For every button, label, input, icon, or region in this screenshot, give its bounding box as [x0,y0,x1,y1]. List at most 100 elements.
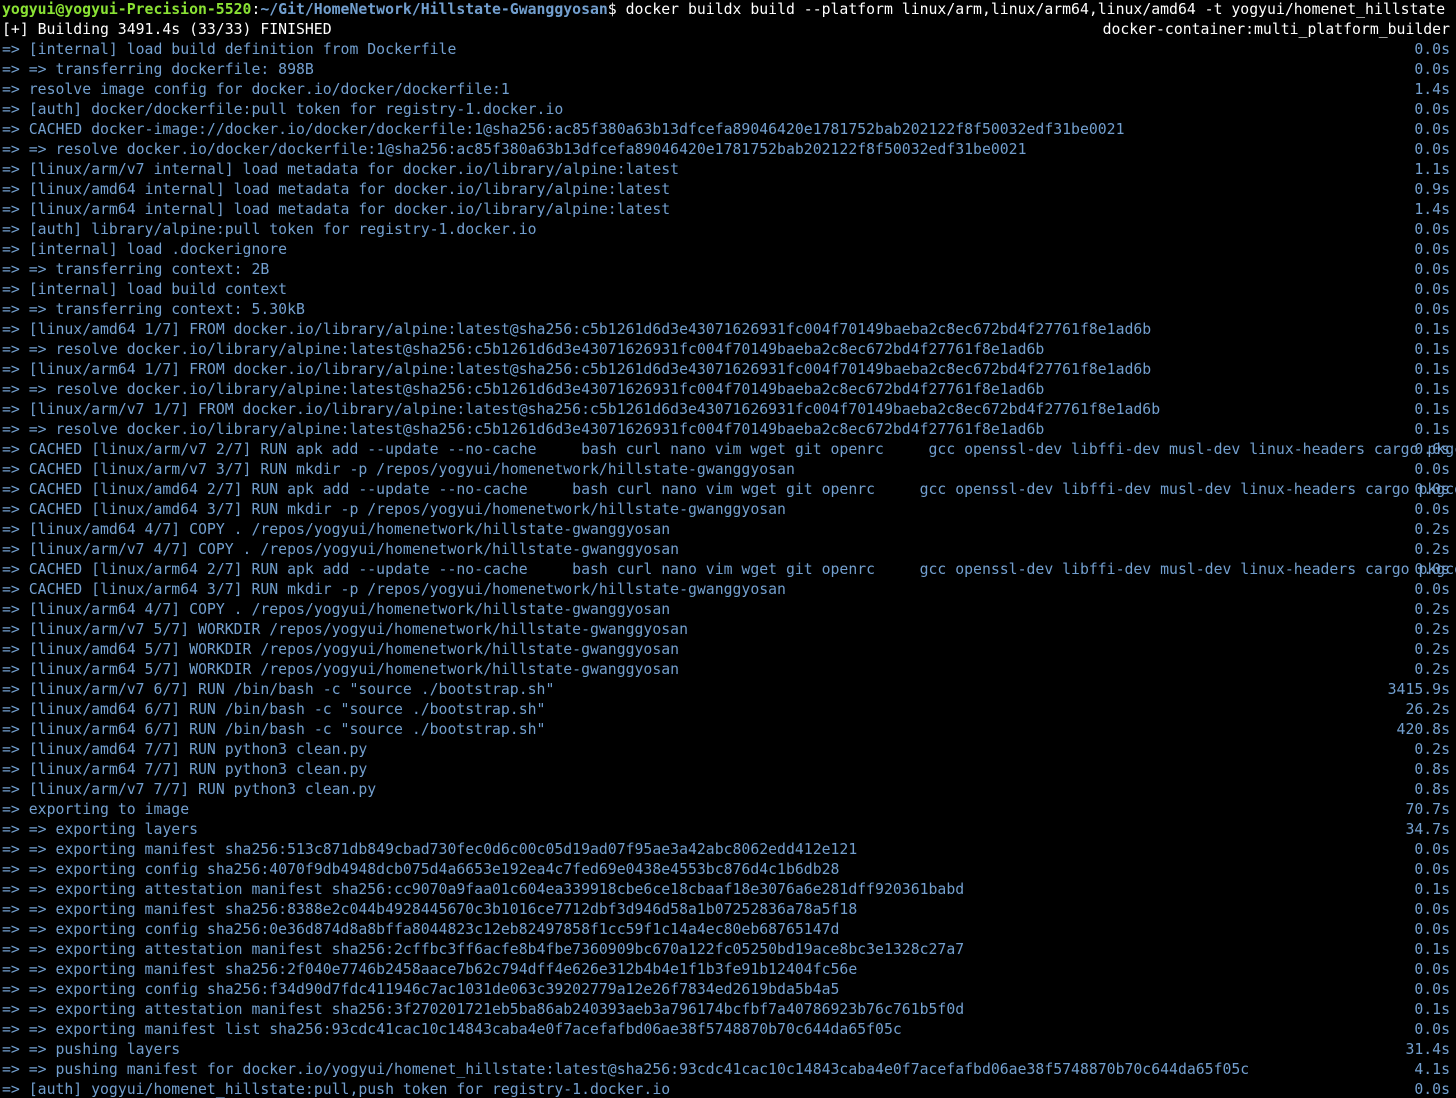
step-text: CACHED docker-image://docker.io/docker/d… [28,121,1125,138]
build-step-line: => => exporting layers 34.7s [0,820,1456,840]
step-text: [linux/arm64 7/7] RUN python3 clean.py [28,761,368,778]
step-duration: 0.0s [1414,841,1450,858]
step-arrow: => [2,561,20,578]
step-duration: 34.7s [1405,821,1450,838]
build-step-line: => => transferring context: 2B 0.0s [0,260,1456,280]
build-step-line: => [internal] load build context 0.0s [0,280,1456,300]
step-duration: 0.0s [1414,461,1450,478]
step-text: CACHED [linux/arm64 2/7] RUN apk add --u… [28,561,1456,578]
step-arrow: => [2,421,20,438]
step-text: [internal] load build context [28,281,288,298]
step-text: => resolve docker.io/library/alpine:late… [28,381,1045,398]
step-duration: 0.2s [1414,541,1450,558]
step-arrow: => [2,281,20,298]
step-duration: 0.0s [1414,261,1450,278]
step-duration: 0.0s [1414,241,1450,258]
build-step-line: => CACHED [linux/arm/v7 3/7] RUN mkdir -… [0,460,1456,480]
build-status: [+] Building 3491.4s (33/33) FINISHED [2,21,332,38]
step-arrow: => [2,341,20,358]
build-step-line: => [auth] library/alpine:pull token for … [0,220,1456,240]
step-arrow: => [2,941,20,958]
build-step-line: => => exporting manifest sha256:8388e2c0… [0,900,1456,920]
step-arrow: => [2,181,20,198]
build-step-line: => [linux/arm64 7/7] RUN python3 clean.p… [0,760,1456,780]
step-duration: 0.0s [1414,41,1450,58]
step-text: [linux/arm/v7 7/7] RUN python3 clean.py [28,781,377,798]
step-arrow: => [2,1061,20,1078]
step-duration: 0.0s [1414,141,1450,158]
step-arrow: => [2,1001,20,1018]
step-text: => exporting attestation manifest sha256… [28,941,965,958]
step-arrow: => [2,601,20,618]
step-arrow: => [2,921,20,938]
step-arrow: => [2,101,20,118]
command-text: docker buildx build --platform linux/arm… [616,1,1456,18]
step-duration: 0.1s [1414,341,1450,358]
step-duration: 0.1s [1414,321,1450,338]
builder-name: docker-container:multi_platform_builder [1102,21,1450,38]
step-duration: 0.0s [1414,581,1450,598]
build-step-line: => => exporting attestation manifest sha… [0,940,1456,960]
step-arrow: => [2,761,20,778]
build-step-line: => => resolve docker.io/library/alpine:l… [0,380,1456,400]
build-step-line: => => resolve docker.io/library/alpine:l… [0,340,1456,360]
step-text: [linux/arm64 1/7] FROM docker.io/library… [28,361,1152,378]
step-text: [auth] docker/dockerfile:pull token for … [28,101,564,118]
build-step-line: => => exporting attestation manifest sha… [0,1000,1456,1020]
step-duration: 0.0s [1414,281,1450,298]
step-duration: 0.0s [1414,981,1450,998]
build-step-line: => CACHED docker-image://docker.io/docke… [0,120,1456,140]
step-duration: 1.4s [1414,81,1450,98]
step-text: CACHED [linux/arm/v7 3/7] RUN mkdir -p /… [28,461,795,478]
step-text: => resolve docker.io/docker/dockerfile:1… [28,141,1027,158]
step-duration: 26.2s [1405,701,1450,718]
step-text: => exporting manifest sha256:8388e2c044b… [28,901,858,918]
step-arrow: => [2,261,20,278]
build-step-line: => => pushing layers 31.4s [0,1040,1456,1060]
step-text: [linux/arm/v7 4/7] COPY . /repos/yogyui/… [28,541,680,558]
build-step-line: => CACHED [linux/arm64 3/7] RUN mkdir -p… [0,580,1456,600]
step-arrow: => [2,461,20,478]
step-text: [linux/amd64 7/7] RUN python3 clean.py [28,741,368,758]
step-arrow: => [2,881,20,898]
step-arrow: => [2,741,20,758]
step-text: [linux/arm/v7 1/7] FROM docker.io/librar… [28,401,1161,418]
step-text: => pushing layers [28,1041,181,1058]
build-status-line: [+] Building 3491.4s (33/33) FINISHED do… [0,20,1456,40]
step-arrow: => [2,1041,20,1058]
step-arrow: => [2,501,20,518]
build-step-line: => [internal] load build definition from… [0,40,1456,60]
build-step-line: => [linux/arm/v7 1/7] FROM docker.io/lib… [0,400,1456,420]
step-text: [linux/arm64 6/7] RUN /bin/bash -c "sour… [28,721,546,738]
terminal-window[interactable]: yogyui@yogyui-Precision-5520:~/Git/HomeN… [0,0,1456,1098]
step-duration: 3415.9s [1387,681,1450,698]
step-text: CACHED [linux/amd64 2/7] RUN apk add --u… [28,481,1456,498]
step-arrow: => [2,661,20,678]
step-text: [linux/amd64 1/7] FROM docker.io/library… [28,321,1152,338]
step-text: => exporting manifest sha256:2f040e7746b… [28,961,858,978]
step-text: => transferring context: 2B [28,261,270,278]
step-arrow: => [2,821,20,838]
step-text: exporting to image [28,801,190,818]
build-step-line: => [linux/arm64 internal] load metadata … [0,200,1456,220]
build-step-line: => => exporting manifest list sha256:93c… [0,1020,1456,1040]
build-step-line: => [linux/arm64 5/7] WORKDIR /repos/yogy… [0,660,1456,680]
step-duration: 0.2s [1414,601,1450,618]
build-step-line: => [linux/amd64 4/7] COPY . /repos/yogyu… [0,520,1456,540]
step-arrow: => [2,581,20,598]
step-arrow: => [2,141,20,158]
step-arrow: => [2,61,20,78]
build-step-line: => => resolve docker.io/docker/dockerfil… [0,140,1456,160]
build-step-line: => [linux/arm/v7 5/7] WORKDIR /repos/yog… [0,620,1456,640]
step-duration: 0.0s [1414,901,1450,918]
step-text: => resolve docker.io/library/alpine:late… [28,341,1045,358]
step-duration: 0.2s [1414,621,1450,638]
step-duration: 0.0s [1414,501,1450,518]
step-duration: 0.1s [1414,361,1450,378]
step-text: [internal] load .dockerignore [28,241,288,258]
build-step-line: => CACHED [linux/arm64 2/7] RUN apk add … [0,560,1456,580]
step-text: [linux/amd64 4/7] COPY . /repos/yogyui/h… [28,521,671,538]
build-step-line: => [linux/arm64 4/7] COPY . /repos/yogyu… [0,600,1456,620]
build-step-line: => [linux/arm64 1/7] FROM docker.io/libr… [0,360,1456,380]
build-step-line: => [auth] yogyui/homenet_hillstate:pull,… [0,1080,1456,1098]
